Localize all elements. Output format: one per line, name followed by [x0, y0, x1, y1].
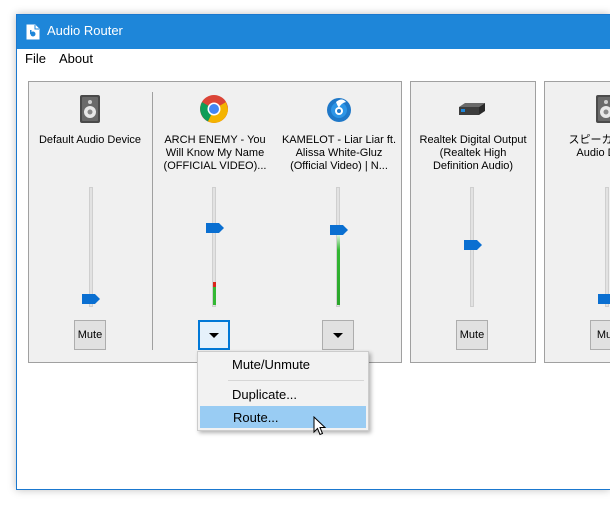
- speaker-icon: [596, 95, 610, 123]
- volume-track: [605, 187, 609, 307]
- volume-slider-thumb[interactable]: [82, 294, 100, 304]
- app-icon: [26, 24, 40, 40]
- title-bar: Audio Router: [17, 15, 610, 49]
- volume-slider-thumb[interactable]: [598, 294, 610, 304]
- mute-button[interactable]: Mute: [74, 320, 106, 350]
- menu-item-duplicate[interactable]: Duplicate...: [200, 384, 366, 406]
- chrome-icon: [200, 95, 228, 123]
- volume-track: [89, 187, 93, 307]
- app-icon: [327, 98, 351, 122]
- device-name: スピーカー Audio D: [568, 134, 610, 159]
- menu-file[interactable]: File: [25, 51, 46, 66]
- device-name: Default Audio Device: [38, 134, 142, 146]
- app-name: KAMELOT - Liar Liar ft. Alissa White-Glu…: [281, 134, 397, 172]
- device-chrome-app: ARCH ENEMY - You Will Know My Name (OFFI…: [153, 82, 277, 362]
- speaker-icon: [80, 95, 100, 123]
- device-kamelot-app: KAMELOT - Liar Liar ft. Alissa White-Glu…: [277, 82, 401, 362]
- device-speaker: スピーカー Audio D Mut: [545, 82, 610, 362]
- menu-item-mute-unmute[interactable]: Mute/Unmute: [200, 354, 366, 376]
- device-name: Realtek Digital Output (Realtek High Def…: [419, 134, 527, 172]
- audio-device-icon: [459, 103, 485, 115]
- volume-slider-thumb[interactable]: [464, 240, 482, 250]
- menu-separator: [228, 380, 364, 381]
- device-panel-default: Default Audio Device Mute ARCH ENEMY - Y…: [28, 81, 402, 363]
- volume-slider-thumb[interactable]: [330, 225, 348, 235]
- mute-button[interactable]: Mut: [590, 320, 610, 350]
- chevron-down-icon: [209, 332, 219, 338]
- device-panel-realtek: Realtek Digital Output (Realtek High Def…: [410, 81, 536, 363]
- app-context-menu: Mute/Unmute Duplicate... Route...: [197, 351, 369, 431]
- menu-item-route[interactable]: Route...: [200, 406, 366, 428]
- app-name: ARCH ENEMY - You Will Know My Name (OFFI…: [163, 134, 267, 172]
- device-default: Default Audio Device Mute: [29, 82, 151, 362]
- mouse-cursor-icon: [313, 416, 327, 436]
- menu-bar: File About: [17, 49, 610, 69]
- menu-about[interactable]: About: [59, 51, 93, 66]
- level-meter: [337, 232, 340, 305]
- device-panel-speaker: スピーカー Audio D Mut: [544, 81, 610, 363]
- app-options-dropdown[interactable]: [322, 320, 354, 350]
- app-options-dropdown[interactable]: [198, 320, 230, 350]
- device-realtek: Realtek Digital Output (Realtek High Def…: [411, 82, 535, 362]
- window-title: Audio Router: [47, 23, 123, 38]
- mute-button[interactable]: Mute: [456, 320, 488, 350]
- level-meter: [213, 287, 216, 305]
- chevron-down-icon: [333, 332, 343, 338]
- volume-slider-thumb[interactable]: [206, 223, 224, 233]
